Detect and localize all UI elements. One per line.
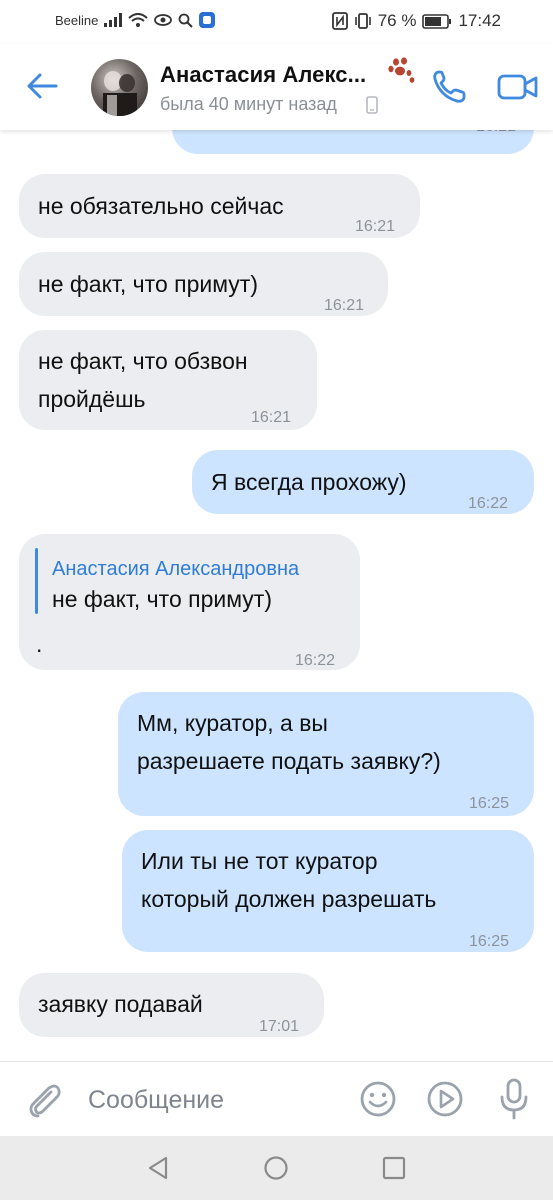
battery-icon <box>422 13 452 29</box>
message-text-line: разрешаете подать заявку?) <box>137 748 441 774</box>
message-text-line: Или ты не тот куратор <box>141 848 378 874</box>
system-nav-bar <box>0 1136 553 1200</box>
wifi-icon <box>128 12 149 27</box>
message-time: 17:01 <box>259 1018 300 1035</box>
back-arrow-icon[interactable] <box>22 66 62 106</box>
paperclip-icon[interactable] <box>24 1080 64 1120</box>
avatar[interactable] <box>91 59 148 116</box>
avatar-photo <box>103 71 137 116</box>
message-text-line: пройдёшь <box>38 386 146 412</box>
signal-icon <box>104 13 123 27</box>
chat-header: Анастасия Алекс... была 40 минут назад <box>0 44 553 130</box>
nav-recents-icon[interactable] <box>380 1154 408 1182</box>
message-text: Я всегда прохожу) <box>211 469 407 495</box>
message-composer <box>0 1061 553 1136</box>
message-text-line: не факт, что обзвон <box>38 348 248 374</box>
phone-call-icon[interactable] <box>430 68 468 106</box>
status-left: Beeline <box>55 12 216 28</box>
message-bubble-outgoing[interactable]: Мм, куратор, а вы разрешаете подать заяв… <box>118 692 534 816</box>
message-bubble-outgoing[interactable]: Я всегда прохожу) 16:22 <box>192 450 534 514</box>
app-notification-icon <box>199 12 216 28</box>
message-bubble-outgoing[interactable]: 16:21 <box>172 130 534 154</box>
nav-back-icon[interactable] <box>144 1154 172 1182</box>
message-bubble-incoming[interactable]: не факт, что примут) 16:21 <box>19 252 388 316</box>
video-call-icon[interactable] <box>497 70 539 104</box>
message-time: 16:25 <box>469 933 510 950</box>
carrier-label: Beeline <box>55 12 99 28</box>
nfc-icon <box>331 12 348 30</box>
message-bubble-outgoing[interactable]: Или ты не тот куратор который должен раз… <box>122 830 534 952</box>
message-text: не обязательно сейчас <box>38 193 284 219</box>
message-time: 16:21 <box>476 130 516 146</box>
mobile-device-icon <box>366 96 378 114</box>
message-time: 16:22 <box>295 652 336 669</box>
microphone-icon[interactable] <box>494 1077 534 1121</box>
message-bubble-incoming[interactable]: не обязательно сейчас 16:21 <box>19 174 420 238</box>
battery-percent: 76 % <box>377 11 417 30</box>
paw-icon <box>388 57 415 83</box>
message-time: 16:25 <box>469 795 510 812</box>
message-bubble-incoming[interactable]: заявку подавай 17:01 <box>19 973 324 1037</box>
message-time: 16:21 <box>355 218 396 235</box>
play-circle-icon[interactable] <box>425 1079 465 1119</box>
eye-icon <box>154 14 173 26</box>
contact-name[interactable]: Анастасия Алекс... <box>160 62 366 88</box>
message-time: 16:21 <box>324 297 365 314</box>
message-text: не факт, что примут) <box>38 271 258 297</box>
message-text: заявку подавай <box>38 991 203 1017</box>
message-bubble-incoming[interactable]: не факт, что обзвон пройдёшь 16:21 <box>19 330 317 430</box>
message-text: . <box>36 631 43 657</box>
status-right: 76 % 17:42 <box>331 11 501 31</box>
message-input[interactable] <box>88 1082 338 1118</box>
quote-text: не факт, что примут) <box>52 586 272 612</box>
message-list[interactable]: 16:21 не обязательно сейчас 16:21 не фак… <box>0 130 553 1060</box>
message-time: 16:21 <box>251 409 292 426</box>
message-bubble-incoming-reply[interactable]: Анастасия Александровна не факт, что при… <box>19 534 360 670</box>
quote-bar <box>35 548 38 614</box>
status-bar: Beeline 76 % 17:42 <box>0 0 553 44</box>
emoji-icon[interactable] <box>358 1079 398 1119</box>
search-icon <box>178 13 194 28</box>
nav-home-icon[interactable] <box>262 1154 290 1182</box>
message-text-line: который должен разрешать <box>141 886 437 912</box>
vibrate-icon <box>354 13 371 29</box>
last-seen-status: была 40 минут назад <box>160 94 337 114</box>
message-time: 16:22 <box>468 495 509 512</box>
message-text-line: Мм, куратор, а вы <box>137 710 328 736</box>
clock: 17:42 <box>458 11 501 30</box>
